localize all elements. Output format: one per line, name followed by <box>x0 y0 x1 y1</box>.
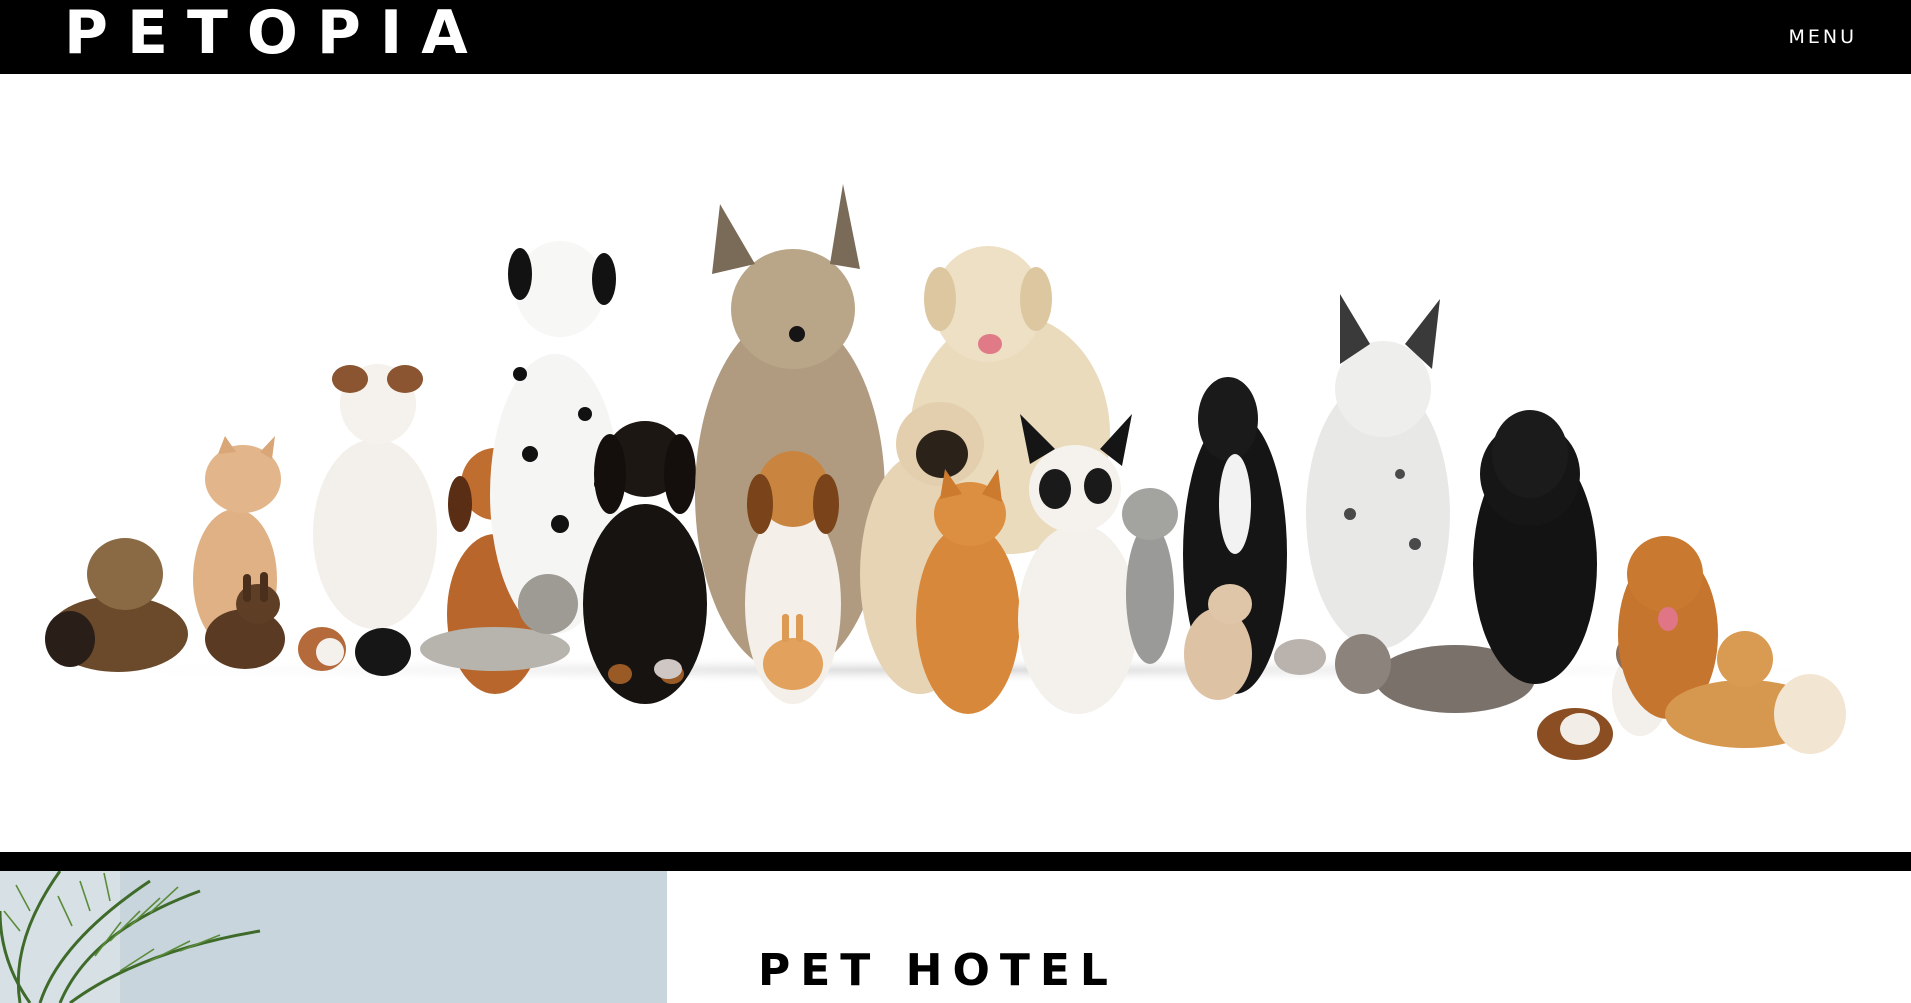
black-poodle <box>1473 410 1597 684</box>
setter-puppy <box>583 421 707 704</box>
jack-russell-dog <box>313 364 437 629</box>
section-title: PET HOTEL <box>758 945 1118 996</box>
pets-group-photo <box>25 184 1885 760</box>
grey-mouse <box>1274 639 1326 675</box>
yorkie-dog <box>45 538 188 672</box>
hero-image <box>0 74 1911 852</box>
french-bulldog <box>1018 414 1138 714</box>
tricolour-guinea-pig <box>1537 708 1613 760</box>
site-logo[interactable]: PETOPIA <box>64 0 487 70</box>
guinea-pig <box>298 627 346 671</box>
section-divider <box>0 852 1911 871</box>
menu-button[interactable]: MENU <box>1788 0 1857 74</box>
white-mouse <box>654 659 682 679</box>
site-header: PETOPIA MENU <box>0 0 1911 74</box>
black-guinea-pig <box>355 628 411 676</box>
pet-hotel-section: PET HOTEL <box>667 871 1911 1003</box>
pet-hotel-image <box>0 871 667 1003</box>
australian-cattle-dog <box>1306 294 1450 649</box>
palm-plant-illustration <box>0 871 667 1003</box>
